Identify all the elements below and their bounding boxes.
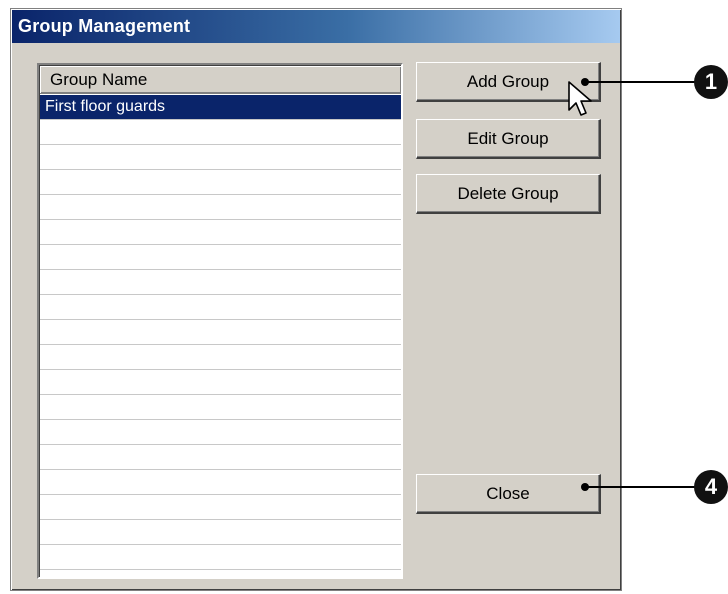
group-list-rows: First floor guards: [40, 95, 401, 577]
close-button[interactable]: Close: [416, 474, 601, 514]
window-title: Group Management: [18, 16, 191, 36]
list-item[interactable]: [40, 545, 401, 570]
list-item[interactable]: [40, 470, 401, 495]
list-item[interactable]: [40, 320, 401, 345]
list-item[interactable]: [40, 345, 401, 370]
callout-4-badge: 4: [694, 470, 728, 504]
list-item[interactable]: [40, 495, 401, 520]
delete-group-button[interactable]: Delete Group: [416, 174, 601, 214]
list-item[interactable]: [40, 570, 401, 577]
callout-1-line: [585, 81, 697, 83]
list-item[interactable]: [40, 395, 401, 420]
list-item[interactable]: [40, 195, 401, 220]
edit-group-button[interactable]: Edit Group: [416, 119, 601, 159]
arrow-cursor-icon: [568, 81, 592, 116]
list-item[interactable]: [40, 170, 401, 195]
list-item-selected[interactable]: First floor guards: [40, 95, 401, 120]
list-item[interactable]: [40, 520, 401, 545]
list-item[interactable]: [40, 145, 401, 170]
list-item[interactable]: [40, 420, 401, 445]
list-item[interactable]: [40, 295, 401, 320]
column-header-label: Group Name: [50, 69, 148, 89]
group-list[interactable]: Group Name First floor guards: [37, 63, 403, 579]
list-item[interactable]: [40, 370, 401, 395]
list-item[interactable]: [40, 270, 401, 295]
callout-4-line: [585, 486, 697, 488]
callout-1-badge: 1: [694, 65, 728, 99]
list-item[interactable]: [40, 220, 401, 245]
list-item[interactable]: [40, 245, 401, 270]
group-management-dialog: Group Management Group Name First floor …: [10, 8, 622, 591]
list-item[interactable]: [40, 445, 401, 470]
column-header-group-name[interactable]: Group Name: [40, 66, 401, 94]
title-bar[interactable]: Group Management: [12, 10, 620, 43]
list-item[interactable]: [40, 120, 401, 145]
